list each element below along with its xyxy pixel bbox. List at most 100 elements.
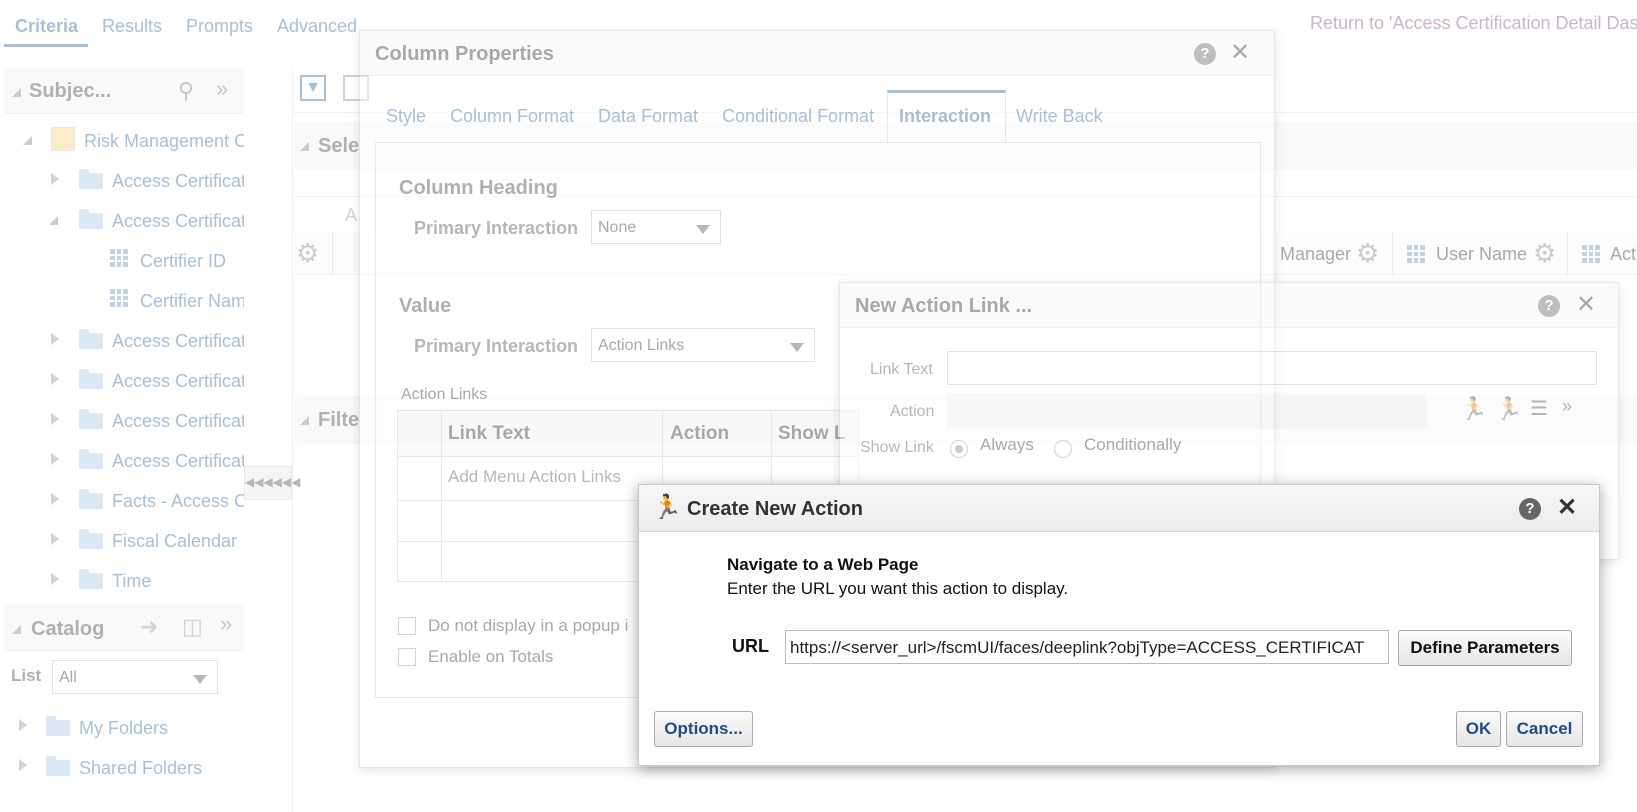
always-radio[interactable] bbox=[950, 440, 968, 458]
tab-data-format[interactable]: Data Format bbox=[598, 106, 698, 127]
tree-root-label[interactable]: Risk Management C bbox=[84, 131, 244, 152]
gear-icon[interactable]: ⚙ bbox=[296, 238, 319, 269]
help-icon[interactable]: ? bbox=[1519, 498, 1541, 520]
tree-expand-icon[interactable] bbox=[19, 719, 27, 731]
link-text-input[interactable] bbox=[947, 351, 1597, 385]
catalog-folder-label[interactable]: My Folders bbox=[79, 718, 168, 739]
value-primary-interaction-label: Primary Interaction bbox=[414, 336, 579, 356]
options-button[interactable]: Options... bbox=[654, 711, 753, 747]
folder-icon bbox=[79, 169, 103, 189]
folder-icon bbox=[79, 569, 103, 589]
tab-advanced[interactable]: Advanced bbox=[277, 16, 357, 37]
column-user-name[interactable]: User Name bbox=[1436, 244, 1527, 265]
tab-conditional-format[interactable]: Conditional Format bbox=[722, 106, 874, 127]
more-icon[interactable]: » bbox=[1562, 396, 1572, 417]
folder-icon bbox=[46, 756, 70, 776]
list-icon[interactable]: ☰ bbox=[1530, 396, 1548, 421]
pane-divider bbox=[292, 66, 293, 812]
tree-expand-icon[interactable] bbox=[51, 453, 59, 465]
expand-panel-icon[interactable]: » bbox=[216, 76, 228, 102]
no-popup-checkbox[interactable] bbox=[398, 617, 416, 635]
run-action-icon[interactable]: 🏃 bbox=[1495, 396, 1522, 422]
tab-criteria[interactable]: Criteria bbox=[15, 16, 78, 37]
tree-item-label[interactable]: Access Certificat bbox=[112, 371, 244, 392]
add-menu-action-links[interactable]: Add Menu Action Links bbox=[448, 467, 621, 487]
column-header-a: A bbox=[345, 205, 358, 225]
tree-item-label[interactable]: Facts - Access C bbox=[112, 491, 244, 512]
return-link[interactable]: Return to 'Access Certification Detail D… bbox=[1310, 13, 1637, 34]
column-icon bbox=[1407, 245, 1425, 263]
help-icon[interactable]: ? bbox=[1194, 43, 1216, 65]
action-label: Action bbox=[890, 403, 935, 420]
enable-totals-label: Enable on Totals bbox=[428, 647, 554, 666]
close-icon[interactable]: ✕ bbox=[1557, 496, 1577, 520]
conditionally-radio[interactable] bbox=[1054, 440, 1072, 458]
expand-panel-icon[interactable]: » bbox=[220, 611, 232, 637]
enable-totals-checkbox[interactable] bbox=[398, 648, 416, 666]
add-action-icon[interactable]: 🏃 bbox=[1460, 396, 1487, 422]
gear-icon[interactable]: ⚙ bbox=[1533, 238, 1556, 269]
splitter-handle[interactable]: ◀◀◀◀◀◀ bbox=[244, 466, 300, 500]
close-icon[interactable]: ✕ bbox=[1576, 293, 1596, 317]
tree-item-label[interactable]: Access Certificat bbox=[112, 411, 244, 432]
tree-expand-icon[interactable] bbox=[51, 573, 59, 585]
tree-item-label[interactable]: Certifier Nam bbox=[140, 291, 244, 312]
tab-results[interactable]: Results bbox=[102, 16, 162, 37]
column-manager[interactable]: Manager bbox=[1280, 244, 1351, 265]
tree-item-label[interactable]: Time bbox=[112, 571, 244, 592]
tree-expand-icon[interactable] bbox=[51, 493, 59, 505]
heading-primary-interaction-value: None bbox=[598, 219, 637, 236]
tree-collapse-icon[interactable] bbox=[49, 216, 58, 225]
catalog-title: Catalog bbox=[31, 618, 105, 640]
tab-prompts[interactable]: Prompts bbox=[186, 16, 253, 37]
tree-expand-icon[interactable] bbox=[51, 333, 59, 345]
tab-interaction[interactable]: Interaction bbox=[899, 106, 991, 127]
define-parameters-button[interactable]: Define Parameters bbox=[1398, 630, 1572, 666]
tree-item-label[interactable]: Access Certificat bbox=[112, 331, 244, 352]
collapse-catalog-icon[interactable] bbox=[12, 625, 21, 634]
tree-item-label[interactable]: Access Certificat bbox=[112, 211, 244, 232]
tree-item-label[interactable]: Access Certificat bbox=[112, 171, 244, 192]
column-divider bbox=[1567, 232, 1568, 274]
arrow-right-icon[interactable]: ➜ bbox=[140, 614, 158, 640]
close-icon[interactable]: ✕ bbox=[1230, 41, 1250, 65]
collapse-subject-pane-icon[interactable] bbox=[12, 88, 21, 97]
tree-item-label[interactable]: Access Certificat bbox=[112, 451, 244, 472]
gear-icon[interactable]: ⚙ bbox=[1356, 238, 1379, 269]
tree-collapse-icon[interactable] bbox=[23, 136, 32, 145]
column-icon bbox=[1582, 245, 1600, 263]
search-icon[interactable]: ⚲ bbox=[178, 78, 194, 104]
catalog-list-select[interactable]: All bbox=[52, 660, 218, 694]
column-icon bbox=[110, 249, 128, 267]
cancel-button[interactable]: Cancel bbox=[1506, 711, 1583, 747]
tab-column-format[interactable]: Column Format bbox=[450, 106, 574, 127]
catalog-folder-label[interactable]: Shared Folders bbox=[79, 758, 202, 779]
save-catalog-icon[interactable]: ◫ bbox=[182, 614, 203, 640]
column-act[interactable]: Act bbox=[1610, 244, 1636, 265]
filter-icon[interactable]: ▼ bbox=[300, 75, 326, 101]
help-icon[interactable]: ? bbox=[1538, 295, 1560, 317]
tab-style[interactable]: Style bbox=[386, 106, 426, 127]
show-link-label: Show Link bbox=[860, 439, 934, 456]
collapse-section-icon[interactable] bbox=[300, 416, 309, 425]
heading-primary-interaction-select[interactable]: None bbox=[591, 210, 721, 244]
tree-item-label[interactable]: Fiscal Calendar bbox=[112, 531, 244, 552]
action-field[interactable] bbox=[947, 393, 1427, 429]
tree-expand-icon[interactable] bbox=[19, 759, 27, 771]
value-primary-interaction-select[interactable]: Action Links bbox=[591, 328, 815, 362]
navigate-heading: Navigate to a Web Page bbox=[727, 555, 919, 574]
tree-expand-icon[interactable] bbox=[51, 173, 59, 185]
collapse-section-icon[interactable] bbox=[300, 142, 309, 151]
no-popup-label: Do not display in a popup i bbox=[428, 616, 629, 635]
ok-button[interactable]: OK bbox=[1456, 711, 1501, 747]
tree-expand-icon[interactable] bbox=[51, 413, 59, 425]
chevron-down-icon bbox=[696, 225, 710, 234]
value-section: Value bbox=[399, 295, 452, 317]
tree-expand-icon[interactable] bbox=[51, 533, 59, 545]
url-input[interactable]: https://<server_url>/fscmUI/faces/deepli… bbox=[785, 630, 1389, 664]
header-link-text: Link Text bbox=[448, 423, 530, 444]
tree-item-label[interactable]: Certifier ID bbox=[140, 251, 244, 272]
chevron-down-icon bbox=[790, 343, 804, 352]
tree-expand-icon[interactable] bbox=[51, 373, 59, 385]
tab-write-back[interactable]: Write Back bbox=[1016, 106, 1103, 127]
